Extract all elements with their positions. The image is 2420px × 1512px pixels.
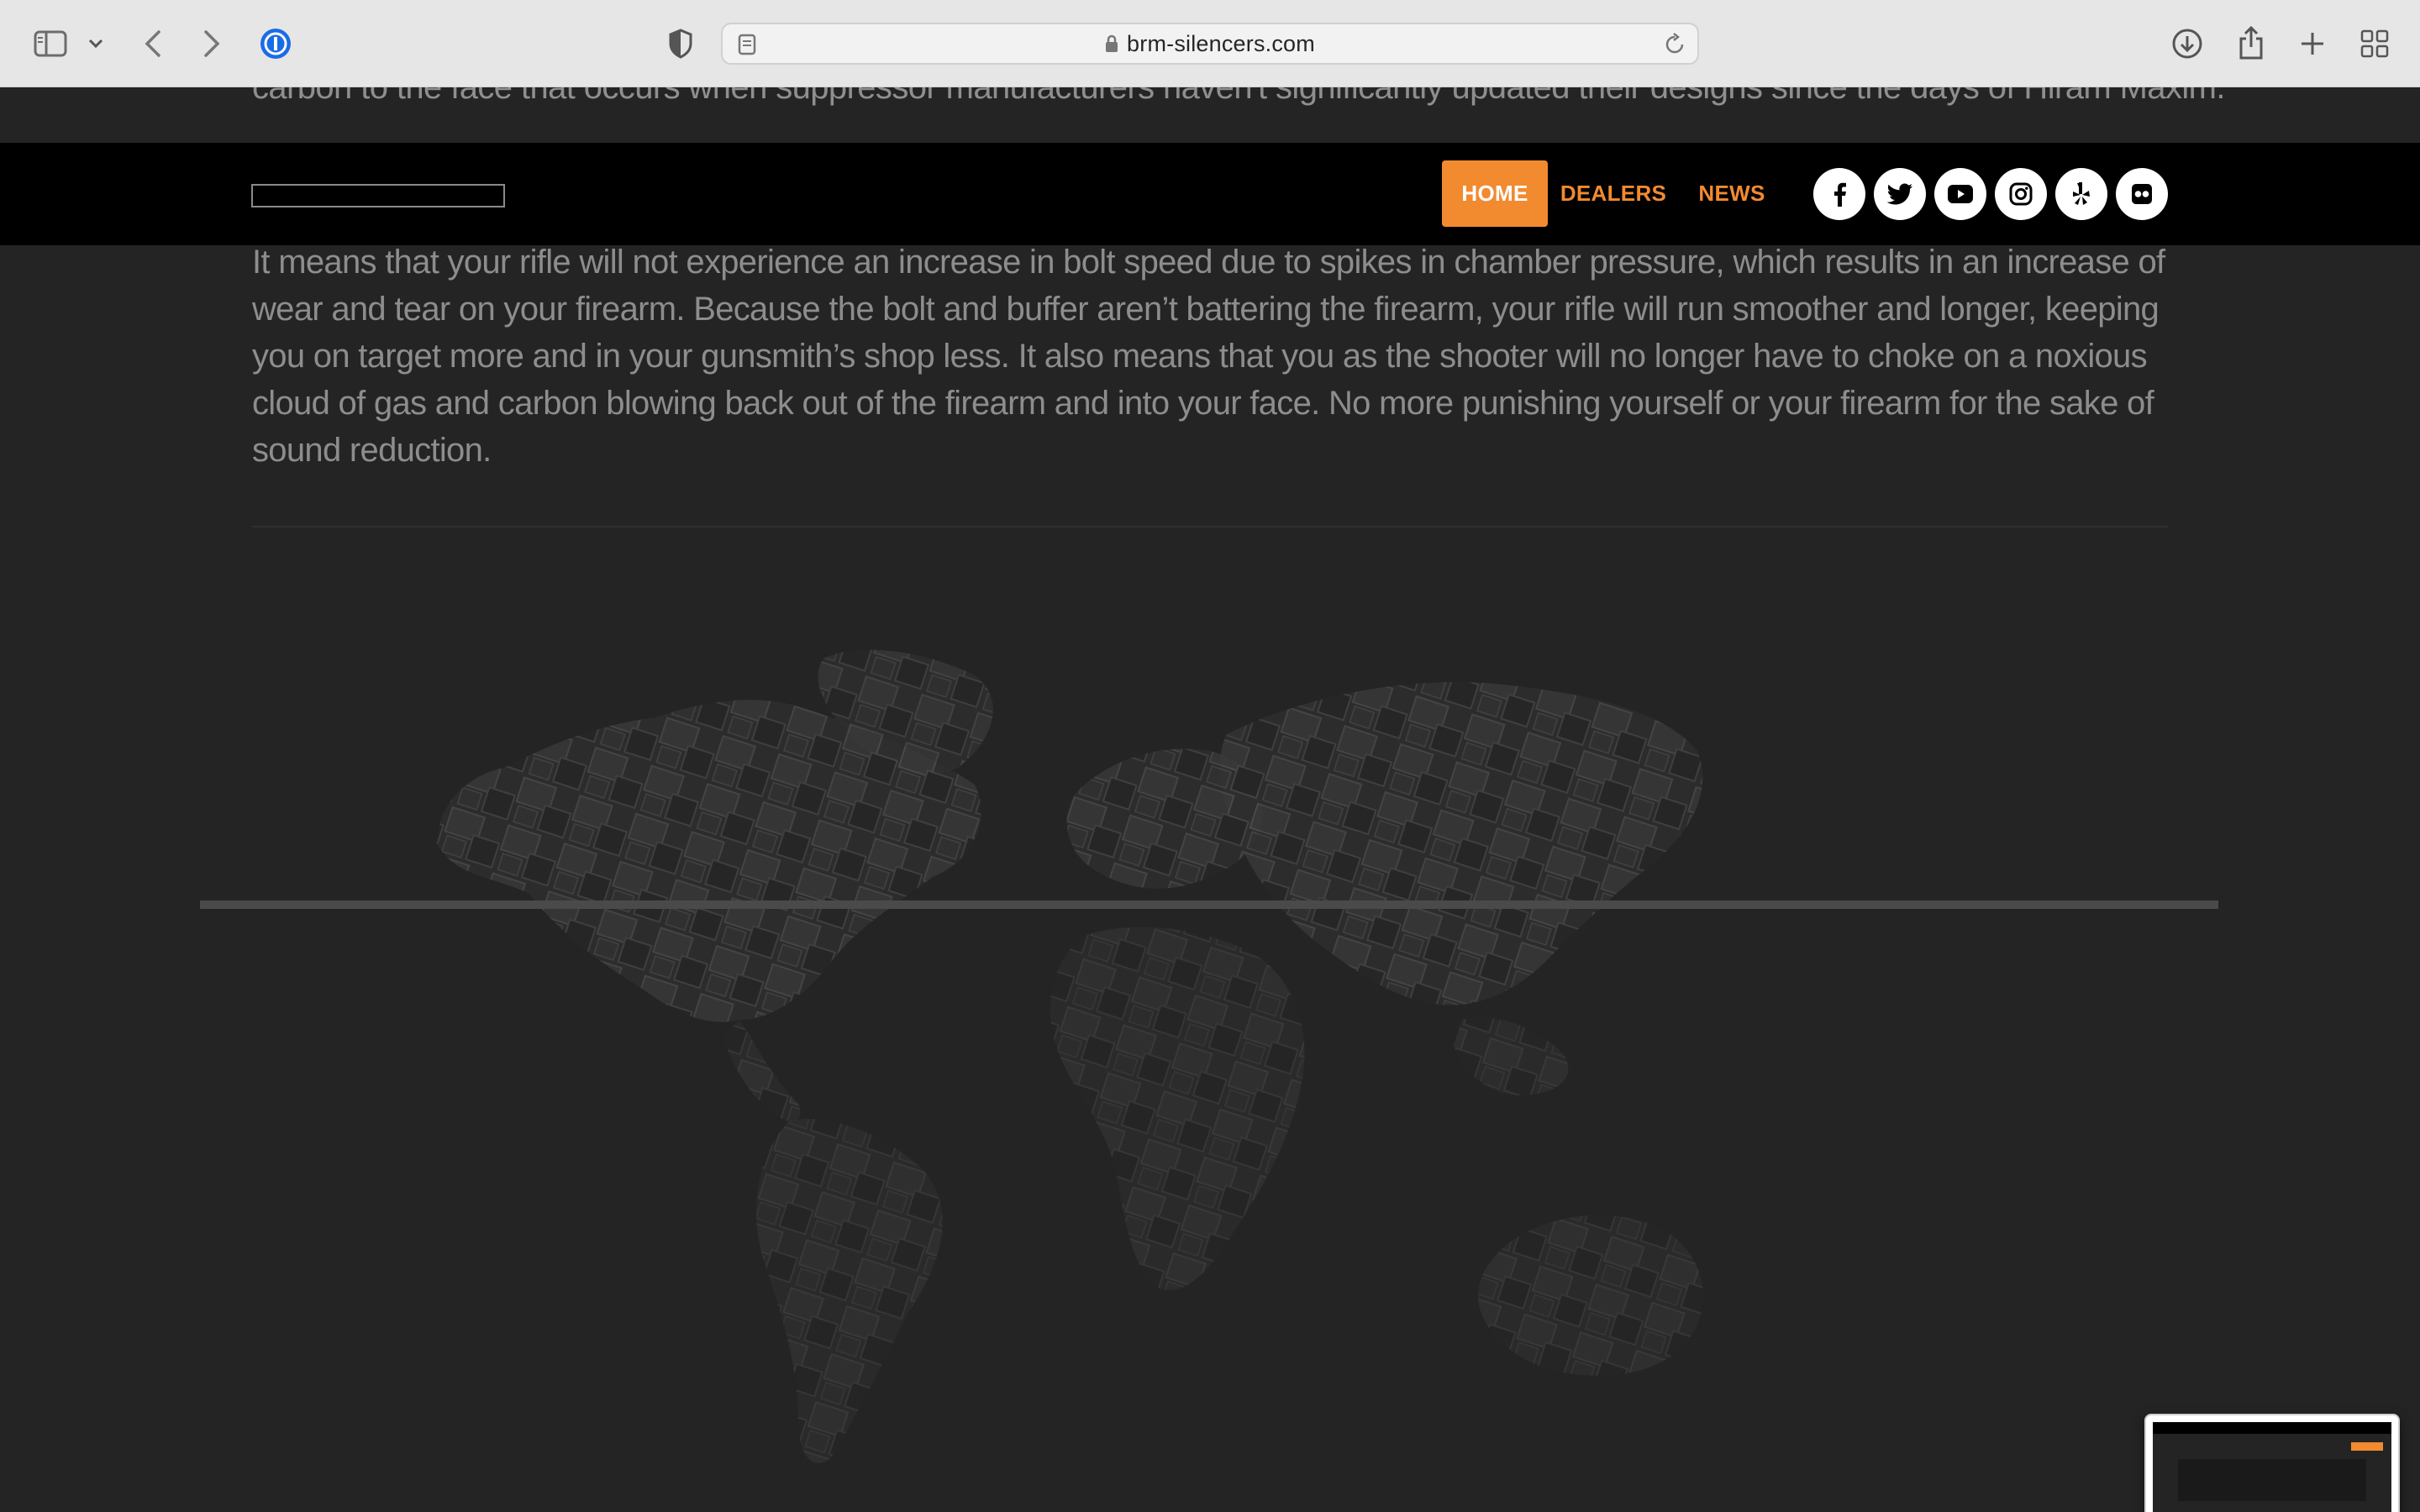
password-manager-icon[interactable] [259, 27, 292, 60]
flickr-icon[interactable] [2116, 168, 2168, 220]
section-divider [252, 526, 2168, 528]
share-icon[interactable] [2233, 24, 2269, 62]
web-page: carbon to the face that occurs when supp… [0, 87, 2420, 1512]
twitter-icon[interactable] [1874, 168, 1926, 220]
nav-dealers[interactable]: DEALERS [1560, 160, 1666, 227]
forward-icon[interactable] [198, 25, 225, 62]
chevron-down-icon[interactable] [84, 32, 108, 55]
tab-overview-icon[interactable] [2358, 27, 2391, 60]
reload-icon[interactable] [1664, 33, 1686, 60]
world-map-image [387, 625, 2050, 1512]
address-bar[interactable]: brm-silencers.com [721, 23, 1699, 65]
previous-paragraph-text: carbon to the face that occurs when supp… [252, 87, 2225, 106]
new-tab-icon[interactable] [2296, 27, 2329, 60]
privacy-shield-icon[interactable] [664, 27, 697, 60]
site-header: HOME DEALERS NEWS [0, 143, 2420, 245]
browser-toolbar: brm-silencers.com [0, 0, 2420, 87]
map-divider-bar [200, 900, 2218, 909]
yelp-icon[interactable] [2055, 168, 2107, 220]
page-thumbnail-preview[interactable] [2144, 1414, 2400, 1512]
downloads-icon[interactable] [2170, 26, 2205, 61]
facebook-icon[interactable] [1813, 168, 1865, 220]
nav-home[interactable]: HOME [1442, 160, 1548, 227]
nav-news[interactable]: NEWS [1696, 160, 1768, 227]
instagram-icon[interactable] [1995, 168, 2047, 220]
url-text: brm-silencers.com [1127, 30, 1315, 56]
back-icon[interactable] [139, 25, 166, 62]
body-paragraph: It means that your rifle will not experi… [252, 244, 2165, 469]
youtube-icon[interactable] [1934, 168, 1986, 220]
sidebar-toggle-icon[interactable] [32, 27, 69, 60]
site-logo[interactable] [251, 184, 505, 207]
lock-icon [1105, 34, 1118, 53]
